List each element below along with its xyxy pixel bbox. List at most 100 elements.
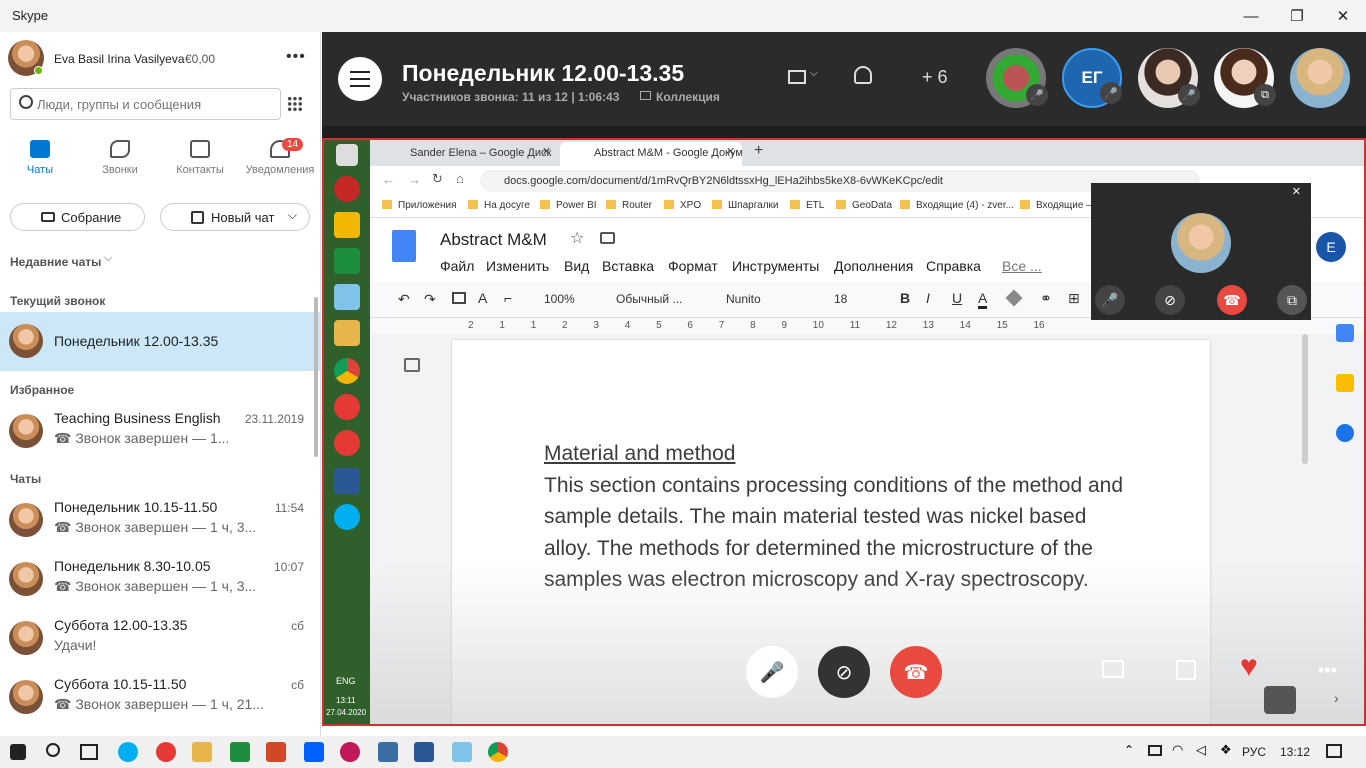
bookmark[interactable]: Приложения xyxy=(382,200,457,211)
notifications-icon[interactable] xyxy=(1326,744,1342,758)
calendar-icon[interactable] xyxy=(1336,324,1354,342)
participant-avatar[interactable]: 🎤 xyxy=(1138,48,1200,108)
participant-avatar[interactable]: 🎤 xyxy=(986,48,1048,108)
search-icon[interactable] xyxy=(46,743,60,757)
doc-title[interactable]: Abstract M&M xyxy=(440,230,547,250)
bookmark[interactable]: Входящие (4) - zver... xyxy=(900,200,1014,211)
chevron-down-icon[interactable]: ⌵ xyxy=(104,252,112,265)
participant-avatar[interactable]: ⧉ xyxy=(1214,48,1276,108)
chat-icon[interactable] xyxy=(1102,660,1124,678)
menu-help[interactable]: Справка xyxy=(926,258,981,274)
comment-icon[interactable]: ⊞ xyxy=(1068,290,1080,307)
close-icon[interactable]: ✕ xyxy=(1292,185,1301,198)
menu-format[interactable]: Формат xyxy=(668,258,718,274)
list-item[interactable]: Teaching Business English ☎ Звонок завер… xyxy=(0,402,320,461)
list-item[interactable]: Понедельник 10.15-11.50 ☎ Звонок заверше… xyxy=(0,491,320,550)
collection-link[interactable]: Коллекция xyxy=(656,90,720,104)
tasks-icon[interactable] xyxy=(1336,424,1354,442)
print-icon[interactable] xyxy=(452,292,466,304)
browser-tab[interactable]: Abstract M&M - Google Докум xyxy=(560,142,742,166)
profile-balance[interactable]: €0,00 xyxy=(185,52,215,66)
participant-avatar[interactable]: ЕГ 🎤 xyxy=(1062,48,1122,108)
battery-icon[interactable] xyxy=(1148,745,1162,756)
menu-file[interactable]: Файл xyxy=(440,258,474,274)
folder-icon[interactable] xyxy=(192,742,212,762)
star-icon[interactable]: ☆ xyxy=(570,228,584,248)
gallery-icon[interactable] xyxy=(640,91,651,100)
more-participants[interactable]: + 6 xyxy=(922,67,948,88)
more-options-icon[interactable]: ••• xyxy=(1318,660,1337,681)
list-item[interactable]: Суббота 12.00-13.35 Удачи! сб xyxy=(0,609,320,668)
font-size-select[interactable]: 18 xyxy=(834,292,847,306)
minimize-button[interactable]: — xyxy=(1228,0,1274,32)
video-button[interactable]: ⊘ xyxy=(818,646,870,698)
highlight-icon[interactable] xyxy=(1005,289,1023,307)
menu-edit[interactable]: Изменить xyxy=(486,258,549,274)
menu-addons[interactable]: Дополнения xyxy=(834,258,913,274)
pop-out-icon[interactable]: ⧉ xyxy=(1277,285,1307,315)
heart-reaction-icon[interactable]: ♥ xyxy=(1240,650,1258,684)
close-button[interactable]: ✕ xyxy=(1320,0,1366,32)
new-tab-icon[interactable]: + xyxy=(754,142,763,160)
list-item[interactable]: Суббота 10.15-11.50 ☎ Звонок завершен — … xyxy=(0,668,320,727)
menu-all-changes[interactable]: Все ... xyxy=(1002,258,1042,274)
bookmark[interactable]: Router xyxy=(606,200,652,211)
search-input[interactable] xyxy=(37,94,272,114)
yandex-icon[interactable] xyxy=(156,742,176,762)
volume-icon[interactable]: ◁ xyxy=(1196,742,1206,758)
move-folder-icon[interactable] xyxy=(600,232,615,244)
docs-logo-icon[interactable] xyxy=(392,230,416,262)
reload-icon[interactable]: ↻ xyxy=(432,171,443,187)
maximize-button[interactable]: ❐ xyxy=(1274,0,1320,32)
link-icon[interactable]: ⚭ xyxy=(1040,290,1052,307)
italic-icon[interactable]: I xyxy=(926,290,930,306)
bookmark[interactable]: Power BI xyxy=(540,200,597,211)
task-view-icon[interactable] xyxy=(80,744,98,760)
tab-calls[interactable]: Звонки xyxy=(80,140,160,190)
bookmark-icon[interactable] xyxy=(1264,686,1296,714)
windows-start-icon[interactable] xyxy=(10,744,26,760)
dropbox-icon[interactable] xyxy=(304,742,324,762)
video-off-icon[interactable]: ⊘ xyxy=(1155,285,1185,315)
chrome-icon[interactable] xyxy=(488,742,508,762)
bookmark[interactable]: ETL xyxy=(790,200,824,211)
bookmark[interactable]: XPO xyxy=(664,200,701,211)
excel-icon[interactable] xyxy=(230,742,250,762)
bookmark[interactable]: Входящие — xyxy=(1020,200,1096,211)
outline-icon[interactable] xyxy=(404,358,420,372)
recent-chats-label[interactable]: Недавние чаты xyxy=(10,255,101,269)
font-select[interactable]: Nunito xyxy=(726,292,761,306)
share-screen-icon[interactable] xyxy=(1176,660,1196,680)
chevron-right-icon[interactable]: › xyxy=(1334,690,1339,706)
bookmark[interactable]: GeoData xyxy=(836,200,892,211)
zoom-select[interactable]: 100% xyxy=(544,292,575,306)
bold-icon[interactable]: B xyxy=(900,290,910,306)
tray-chevron-icon[interactable]: ⌃ xyxy=(1124,743,1134,757)
end-call-icon[interactable]: ☎ xyxy=(1217,285,1247,315)
skype-icon[interactable] xyxy=(118,742,138,762)
list-item[interactable]: Понедельник 8.30-10.05 ☎ Звонок завершен… xyxy=(0,550,320,609)
participant-avatar[interactable] xyxy=(1290,48,1350,108)
menu-insert[interactable]: Вставка xyxy=(602,258,654,274)
new-chat-button[interactable]: Новый чат ⌵ xyxy=(160,203,310,231)
bookmark[interactable]: Шпаргалки xyxy=(712,200,779,211)
underline-icon[interactable]: U xyxy=(952,290,962,306)
search-box[interactable] xyxy=(10,88,281,120)
hamburger-menu-icon[interactable] xyxy=(338,57,382,101)
app-icon[interactable] xyxy=(452,742,472,762)
dropbox-icon[interactable]: ❖ xyxy=(1220,742,1232,758)
tab-notifications[interactable]: Уведомления 14 xyxy=(240,138,320,190)
style-select[interactable]: Обычный ... xyxy=(616,292,682,306)
add-person-icon[interactable] xyxy=(854,66,872,84)
browser-tab[interactable]: Sander Elena – Google Диск xyxy=(376,142,556,166)
layout-icon[interactable] xyxy=(788,70,806,84)
undo-icon[interactable]: ↶ xyxy=(398,291,410,308)
menu-tools[interactable]: Инструменты xyxy=(732,258,819,274)
app-icon[interactable] xyxy=(378,742,398,762)
close-tab-icon[interactable]: ✕ xyxy=(542,145,551,158)
meeting-button[interactable]: Собрание xyxy=(10,203,145,231)
clock[interactable]: 13:12 xyxy=(1280,745,1310,759)
mic-button[interactable]: 🎤 xyxy=(746,646,798,698)
spellcheck-icon[interactable]: A xyxy=(478,290,487,306)
tab-contacts[interactable]: Контакты xyxy=(160,140,240,190)
